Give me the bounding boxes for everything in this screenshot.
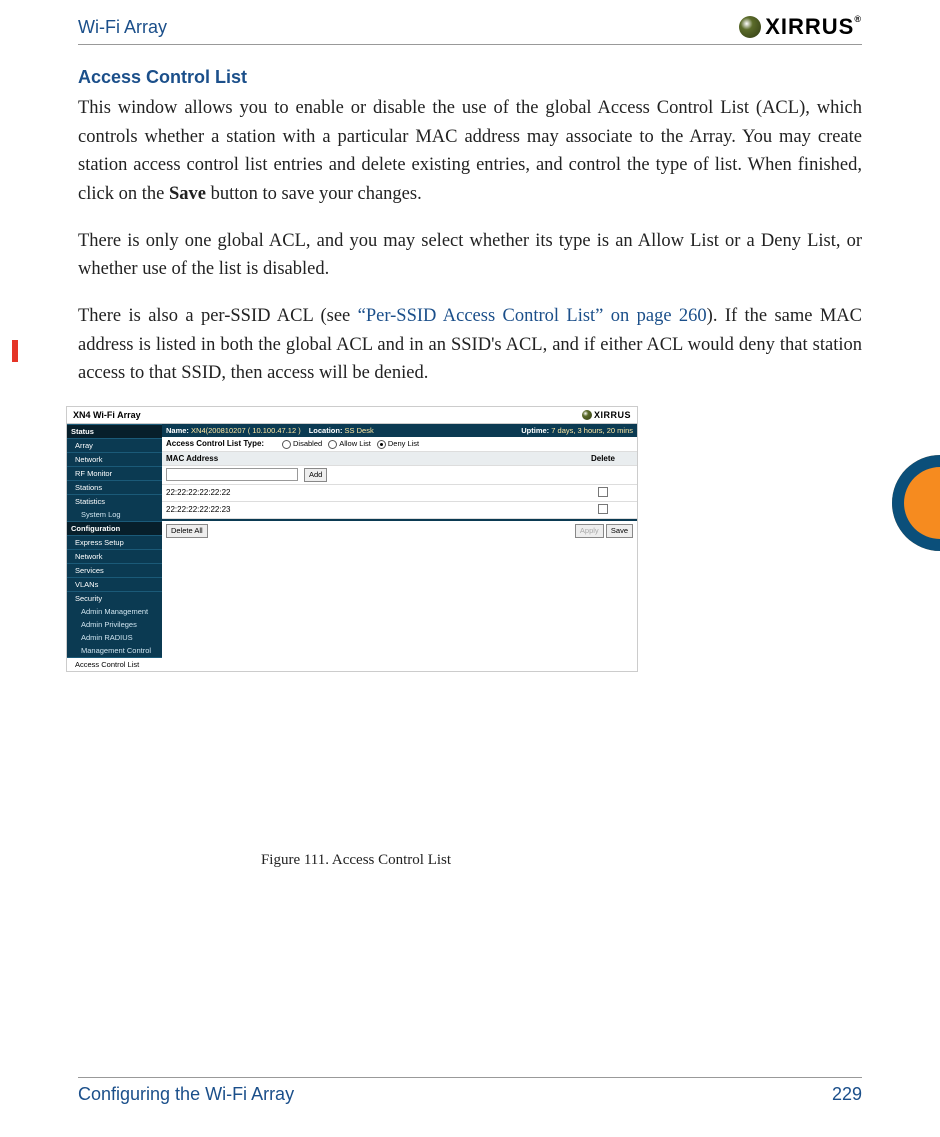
- ss-col-delete: Delete: [573, 454, 633, 463]
- ss-side-mgmt-ctrl[interactable]: Management Control: [67, 644, 162, 657]
- page-footer: Configuring the Wi-Fi Array 229: [78, 1077, 862, 1105]
- ss-brand-logo: XIRRUS: [582, 410, 631, 420]
- ss-side-stats[interactable]: Statistics: [67, 494, 162, 508]
- ss-side-rf[interactable]: RF Monitor: [67, 466, 162, 480]
- ss-side-acl[interactable]: Access Control List: [67, 657, 162, 671]
- paragraph-3: There is also a per-SSID ACL (see “Per-S…: [78, 302, 862, 388]
- ss-acl-type-row: Access Control List Type: Disabled Allow…: [162, 437, 637, 452]
- ss-side-services[interactable]: Services: [67, 563, 162, 577]
- ss-radio-allow[interactable]: Allow List: [328, 439, 371, 449]
- ss-side-network[interactable]: Network: [67, 452, 162, 466]
- ss-radio-deny[interactable]: Deny List: [377, 439, 419, 449]
- ss-side-admin-mgmt[interactable]: Admin Management: [67, 605, 162, 618]
- brand-name: XIRRUS®: [765, 14, 862, 40]
- ss-delete-check-2[interactable]: [598, 504, 608, 514]
- ss-apply-button[interactable]: Apply: [575, 524, 604, 538]
- paragraph-1: This window allows you to enable or disa…: [78, 94, 862, 209]
- paragraph-2: There is only one global ACL, and you ma…: [78, 227, 862, 284]
- ss-side-syslog[interactable]: System Log: [67, 508, 162, 521]
- ss-side-array[interactable]: Array: [67, 438, 162, 452]
- ss-delete-all-button[interactable]: Delete All: [166, 524, 208, 538]
- ss-side-config: Configuration: [67, 521, 162, 535]
- ss-col-mac: MAC Address: [166, 454, 567, 463]
- ss-info-bar: Name: XN4(200810207 ( 10.100.47.12 ) Loc…: [162, 424, 637, 437]
- ss-side-express[interactable]: Express Setup: [67, 535, 162, 549]
- logo-orb-icon: [739, 16, 761, 38]
- ss-side-security[interactable]: Security: [67, 591, 162, 605]
- ss-side-net2[interactable]: Network: [67, 549, 162, 563]
- header-title: Wi-Fi Array: [78, 17, 167, 38]
- figure-screenshot: XN4 Wi-Fi Array XIRRUS Status Array Netw…: [66, 406, 646, 869]
- ss-side-admin-priv[interactable]: Admin Privileges: [67, 618, 162, 631]
- figure-caption: Figure 111. Access Control List: [66, 852, 646, 869]
- ss-row-2: 22:22:22:22:22:23: [162, 502, 637, 519]
- ss-row-1: 22:22:22:22:22:22: [162, 485, 637, 502]
- ss-radio-disabled[interactable]: Disabled: [282, 439, 322, 449]
- ss-delete-check-1[interactable]: [598, 487, 608, 497]
- footer-section: Configuring the Wi-Fi Array: [78, 1084, 294, 1105]
- ss-window-title: XN4 Wi-Fi Array: [73, 410, 141, 420]
- ss-table-header: MAC Address Delete: [162, 452, 637, 466]
- ss-save-button[interactable]: Save: [606, 524, 633, 538]
- ss-side-status: Status: [67, 424, 162, 438]
- side-tab-icon: [882, 455, 940, 551]
- page-header: Wi-Fi Array XIRRUS®: [78, 14, 862, 45]
- ss-mac-input[interactable]: [166, 468, 298, 481]
- ss-sidebar: Status Array Network RF Monitor Stations…: [67, 424, 162, 671]
- ss-side-vlans[interactable]: VLANs: [67, 577, 162, 591]
- section-heading: Access Control List: [78, 67, 862, 88]
- ss-logo-orb-icon: [582, 410, 592, 420]
- brand-logo: XIRRUS®: [739, 14, 862, 40]
- ss-side-admin-radius[interactable]: Admin RADIUS: [67, 631, 162, 644]
- ss-side-stations[interactable]: Stations: [67, 480, 162, 494]
- ss-add-button[interactable]: Add: [304, 468, 327, 482]
- ss-add-row: Add: [162, 466, 637, 485]
- ss-actions-row: Delete All Apply Save: [162, 519, 637, 541]
- change-bar-icon: [12, 340, 18, 362]
- footer-page-number: 229: [832, 1084, 862, 1105]
- cross-ref-link[interactable]: “Per-SSID Access Control List” on page 2…: [358, 306, 707, 326]
